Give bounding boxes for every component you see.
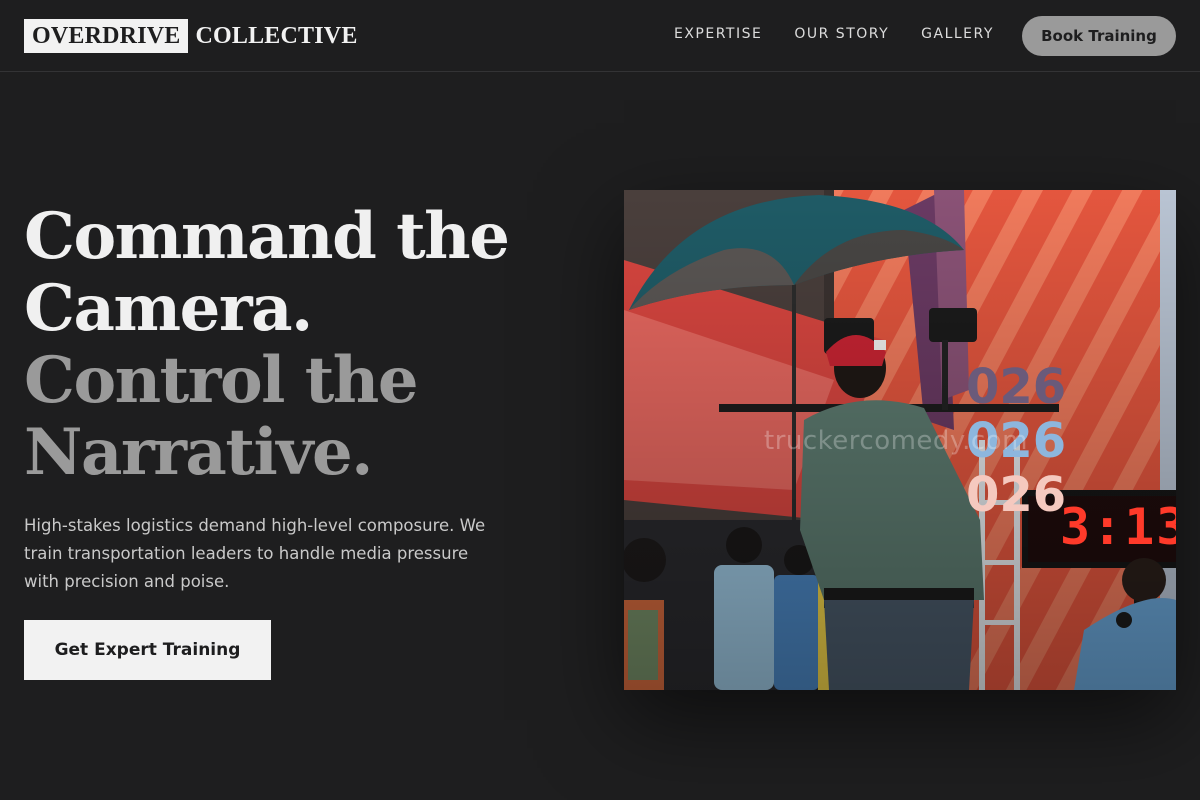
hero-headline: Command the Camera. Control the Narrativ… xyxy=(24,199,510,490)
photo-watermark: truckercomedy.com xyxy=(764,426,1028,456)
get-expert-training-button[interactable]: Get Expert Training xyxy=(24,620,271,680)
hero-subtitle: High-stakes logistics demand high-level … xyxy=(24,516,486,591)
logo-text: COLLECTIVE xyxy=(195,22,358,49)
race-clock-display: 3:13:0 xyxy=(1060,498,1176,556)
hero-photo: 026 026 026 3:13:0 truckercomedy.com xyxy=(624,190,1176,690)
headline-line-4: Narrative. xyxy=(24,415,373,490)
headline-line-3: Control the xyxy=(24,343,419,418)
logo-boxed-text: OVERDRIVE xyxy=(24,19,189,53)
brand-logo[interactable]: OVERDRIVE COLLECTIVE xyxy=(24,19,358,53)
book-training-button[interactable]: Book Training xyxy=(1022,16,1176,56)
nav-link-expertise[interactable]: EXPERTISE xyxy=(674,26,762,42)
nav-link-gallery[interactable]: GALLERY xyxy=(921,26,994,42)
site-header: OVERDRIVE COLLECTIVE EXPERTISE OUR STORY… xyxy=(0,0,1200,72)
main-nav: EXPERTISE OUR STORY GALLERY xyxy=(674,26,1026,42)
nav-link-our-story[interactable]: OUR STORY xyxy=(794,26,889,42)
headline-line-2: Camera. xyxy=(24,271,313,346)
headline-line-1: Command the xyxy=(24,199,510,274)
banner-number: 026 xyxy=(966,467,1067,523)
banner-number: 026 xyxy=(966,359,1067,415)
